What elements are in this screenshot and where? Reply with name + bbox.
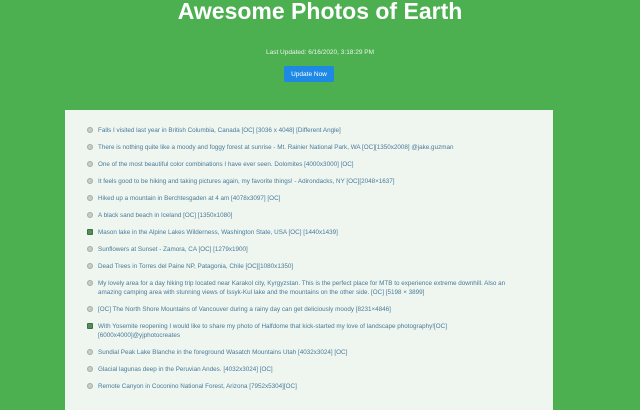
globe-icon: [87, 280, 93, 286]
update-now-button[interactable]: Update Now: [284, 66, 334, 82]
photo-list-item: It feels good to be hiking and taking pi…: [87, 177, 527, 186]
photo-list-item: [OC] The North Shore Mountains of Vancou…: [87, 305, 527, 314]
photo-list-panel: Falls I visited last year in British Col…: [65, 110, 553, 410]
image-icon: [87, 229, 93, 235]
globe-icon: [87, 127, 93, 133]
globe-icon: [87, 161, 93, 167]
globe-icon: [87, 144, 93, 150]
photo-list-item: Sunflowers at Sunset - Zamora, CA [OC] […: [87, 245, 527, 254]
photo-list-item: Falls I visited last year in British Col…: [87, 126, 527, 135]
photo-link[interactable]: Hiked up a mountain in Berchtesgaden at …: [98, 194, 280, 203]
last-updated-text: Last Updated: 6/16/2020, 3:18:29 PM: [265, 49, 375, 56]
photo-link[interactable]: Remote Canyon in Coconino National Fores…: [98, 382, 297, 391]
photo-link[interactable]: With Yosemite reopening I would like to …: [98, 322, 527, 340]
photo-link[interactable]: Sunflowers at Sunset - Zamora, CA [OC] […: [98, 245, 248, 254]
globe-icon: [87, 383, 93, 389]
globe-icon: [87, 349, 93, 355]
photo-link[interactable]: Glacial lagunas deep in the Peruvian And…: [98, 365, 273, 374]
photo-link[interactable]: [OC] The North Shore Mountains of Vancou…: [98, 305, 391, 314]
photo-link[interactable]: A black sand beach in Iceland [OC] [1350…: [98, 211, 232, 220]
globe-icon: [87, 306, 93, 312]
photo-link[interactable]: Mason lake in the Alpine Lakes Wildernes…: [98, 228, 338, 237]
photo-list-item: Glacial lagunas deep in the Peruvian And…: [87, 365, 527, 374]
photo-link[interactable]: Falls I visited last year in British Col…: [98, 126, 341, 135]
globe-icon: [87, 195, 93, 201]
photo-list-item: Remote Canyon in Coconino National Fores…: [87, 382, 527, 391]
page-title: Awesome Photos of Earth: [177, 0, 463, 24]
photo-link[interactable]: Dead Trees in Torres del Paine NP, Patag…: [98, 262, 293, 271]
photo-list-item: Dead Trees in Torres del Paine NP, Patag…: [87, 262, 527, 271]
globe-icon: [87, 212, 93, 218]
image-icon: [87, 323, 93, 329]
globe-icon: [87, 366, 93, 372]
page-header: Awesome Photos of Earth Last Updated: 6/…: [0, 0, 640, 100]
photo-link[interactable]: My lovely area for a day hiking trip loc…: [98, 279, 511, 297]
photo-list-item: My lovely area for a day hiking trip loc…: [71, 279, 511, 297]
photo-list-item: One of the most beautiful color combinat…: [87, 160, 527, 169]
photo-list: Falls I visited last year in British Col…: [65, 110, 553, 391]
photo-list-item: Hiked up a mountain in Berchtesgaden at …: [87, 194, 527, 203]
photo-list-item: There is nothing quite like a moody and …: [87, 143, 527, 152]
photo-list-item: Mason lake in the Alpine Lakes Wildernes…: [87, 228, 527, 237]
photo-link[interactable]: One of the most beautiful color combinat…: [98, 160, 354, 169]
photo-list-item: With Yosemite reopening I would like to …: [87, 322, 527, 340]
photo-list-item: A black sand beach in Iceland [OC] [1350…: [87, 211, 527, 220]
photo-list-item: Sundial Peak Lake Blanche in the foregro…: [87, 348, 527, 357]
globe-icon: [87, 263, 93, 269]
photo-link[interactable]: It feels good to be hiking and taking pi…: [98, 177, 395, 186]
photo-link[interactable]: There is nothing quite like a moody and …: [98, 143, 453, 152]
globe-icon: [87, 178, 93, 184]
globe-icon: [87, 246, 93, 252]
photo-link[interactable]: Sundial Peak Lake Blanche in the foregro…: [98, 348, 347, 357]
